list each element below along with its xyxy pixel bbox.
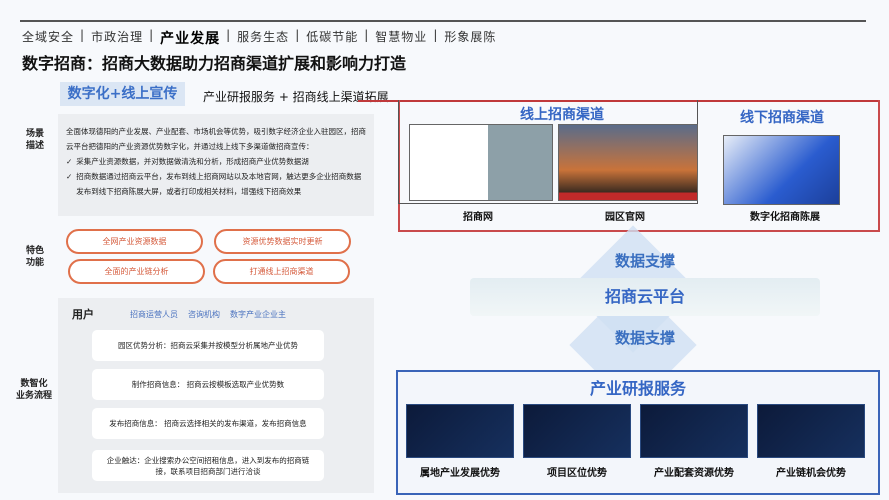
caption: 招商网 <box>463 212 493 223</box>
scene-description: 全面体现德阳的产业发展、产业配套、市场机会等优势，吸引数字经济企业入驻园区，招商… <box>58 114 374 216</box>
label-feature: 特色 功能 <box>25 246 44 268</box>
section-tag: 数字化+线上宣传 <box>60 82 185 106</box>
dashboard-thumbnail <box>406 404 514 458</box>
user-type: 咨询机构 <box>188 310 220 319</box>
nav-item[interactable]: 全域安全 <box>22 28 74 48</box>
dashboard-thumbnail <box>640 404 748 458</box>
feature-pill: 全面的产业链分析 <box>68 259 205 284</box>
park-site-screenshot <box>558 124 698 201</box>
investment-site-screenshot <box>409 124 553 201</box>
flow-step: 制作招商信息： 招商云按模板选取产业优势数 <box>92 369 324 400</box>
bullet: 招商数据通过招商云平台，发布到线上招商网站以及本地官网，触达更多企业招商数据发布… <box>76 172 362 196</box>
research-item: 产业配套资源优势 <box>654 468 734 479</box>
category-nav: 全域安全 | 市政治理 | 产业发展 | 服务生态 | 低碳节能 | 智慧物业 | 形象展陈 <box>22 28 497 48</box>
feature-pill: 全网产业资源数据 <box>66 229 203 254</box>
nav-item[interactable]: 服务生态 <box>237 28 289 48</box>
user-type: 数字产业企业主 <box>230 310 286 319</box>
label-scene: 场景 描述 <box>25 129 44 151</box>
caption: 数字化招商陈展 <box>750 212 820 223</box>
data-support-label: 数据支撑 <box>614 252 675 270</box>
offline-channel-title: 线下招商渠道 <box>740 110 824 126</box>
feature-pill: 打通线上招商渠道 <box>213 259 350 284</box>
nav-item[interactable]: 低碳节能 <box>306 28 358 48</box>
nav-item[interactable]: 智慧物业 <box>375 28 427 48</box>
research-item: 产业链机会优势 <box>776 468 846 479</box>
user-list: 招商运营人员 咨询机构 数字产业企业主 <box>130 309 286 320</box>
user-label: 用户 <box>72 308 94 321</box>
exhibition-photo <box>723 135 840 205</box>
research-item: 属地产业发展优势 <box>420 468 500 479</box>
label-flow: 数智化 业务流程 <box>15 379 52 401</box>
flow-step: 企业触达：企业搜索办公空间招租信息，进入到发布的招商链接，联系项目招商部门进行洽… <box>92 450 324 481</box>
bullet: 采集产业资源数据，并对数据做清洗和分析，形成招商产业优势数据湖 <box>76 157 309 166</box>
dashboard-thumbnail <box>757 404 865 458</box>
caption: 园区官网 <box>605 212 645 223</box>
platform-banner: 招商云平台 <box>470 278 820 316</box>
online-channel-title: 线上招商渠道 <box>520 107 604 123</box>
feature-pill: 资源优势数据实时更新 <box>214 229 351 254</box>
nav-item-active[interactable]: 产业发展 <box>160 28 220 48</box>
top-divider <box>20 20 866 22</box>
research-title: 产业研报服务 <box>589 379 686 398</box>
nav-item[interactable]: 形象展陈 <box>444 28 496 48</box>
research-item: 项目区位优势 <box>547 468 607 479</box>
page-title: 数字招商：招商大数据助力招商渠道扩展和影响力打造 <box>22 54 407 73</box>
nav-item[interactable]: 市政治理 <box>91 28 143 48</box>
dashboard-thumbnail <box>523 404 631 458</box>
section-subtitle: 产业研报服务 + 招商线上渠道拓展 <box>203 90 389 104</box>
flow-step: 园区优势分析：招商云采集并按模型分析属地产业优势 <box>92 330 324 361</box>
user-type: 招商运营人员 <box>130 310 178 319</box>
data-support-label: 数据支撑 <box>614 329 675 347</box>
flow-step: 发布招商信息： 招商云选择相关的发布渠道，发布招商信息 <box>92 408 324 439</box>
